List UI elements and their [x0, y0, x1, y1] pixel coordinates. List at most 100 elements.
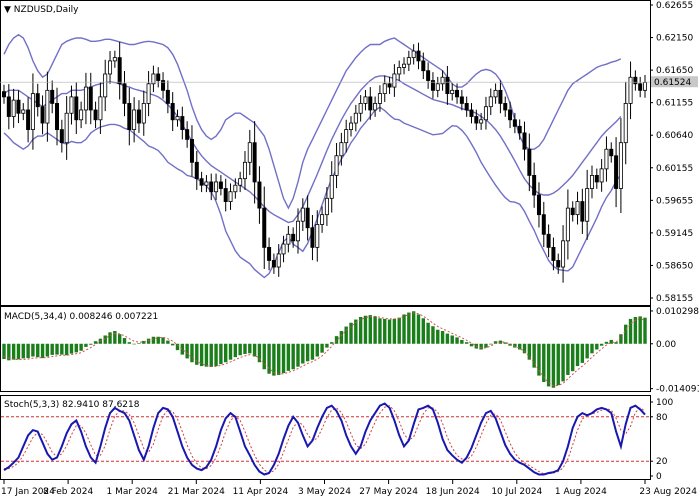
macd-bar [209, 343, 213, 368]
candle [522, 121, 527, 161]
candle-body [561, 240, 566, 268]
macd-bar [161, 337, 165, 344]
candle-body [276, 253, 281, 268]
macd-bar [296, 343, 300, 367]
candle-body [387, 83, 392, 88]
macd-bar [281, 343, 286, 374]
stoch-axis: 100 80 20 0 [650, 398, 673, 482]
macd-bar [11, 343, 16, 360]
candle [426, 62, 431, 89]
candle [199, 171, 204, 193]
macd-bar [310, 343, 315, 360]
candle [21, 103, 26, 121]
macd-bar [267, 343, 271, 374]
macd-bar [411, 311, 416, 344]
dropdown-triangle-icon[interactable]: ▼ [4, 5, 14, 15]
candle [64, 96, 69, 160]
date-tick-label: 1 Mar 2024 [107, 487, 159, 497]
candle [247, 129, 252, 176]
macd-bar [286, 343, 291, 371]
macd-bar [489, 343, 493, 345]
macd-bar [546, 343, 551, 387]
candle-body [83, 86, 88, 111]
candle [450, 83, 455, 101]
candle [315, 210, 320, 262]
candle-body [440, 76, 445, 85]
candle [358, 95, 363, 122]
macd-bar [277, 343, 281, 375]
macd-bar [64, 343, 69, 356]
macd-bar [513, 343, 517, 348]
candle-body [358, 103, 363, 114]
candle [445, 65, 450, 105]
candle-body [69, 96, 74, 114]
macd-bar [50, 343, 54, 355]
candle [16, 90, 21, 124]
candle-body [199, 178, 204, 186]
price-tick-label: 0.60155 [656, 164, 693, 174]
macd-bar [542, 343, 546, 382]
macd-bar [383, 318, 387, 344]
candle-body [136, 109, 141, 124]
candle-body [353, 112, 358, 124]
candle [218, 175, 223, 196]
macd-bar [214, 343, 218, 367]
candle-body [416, 50, 421, 62]
candle [387, 76, 392, 94]
candle [320, 206, 325, 233]
chart-symbol-label[interactable]: ▼ NZDUSD,Daily [4, 5, 79, 15]
candle [349, 116, 354, 137]
candle-body [397, 67, 402, 75]
candle [286, 225, 291, 253]
candle-body [170, 103, 175, 121]
candle-body [585, 188, 590, 222]
candle-body [185, 129, 190, 140]
candle [353, 104, 358, 132]
macd-bar [431, 326, 435, 344]
candle [11, 88, 16, 128]
macd-bar [590, 343, 594, 354]
candle-body [146, 83, 151, 104]
candle-body [175, 116, 180, 121]
macd-bar [556, 343, 560, 386]
candle-body [156, 73, 161, 81]
candle [483, 96, 488, 130]
macd-bar [599, 343, 604, 346]
price-tick-label: 0.59655 [656, 196, 693, 206]
candle-body [214, 181, 219, 193]
stoch-main-path [3, 402, 646, 476]
candle-body [271, 260, 276, 268]
candle [2, 84, 7, 104]
candle [136, 100, 141, 133]
macd-bar [551, 343, 556, 388]
candle [397, 60, 402, 81]
macd-bar [561, 343, 565, 382]
candle [580, 188, 585, 234]
macd-bar [84, 343, 88, 347]
candle [141, 90, 146, 136]
candle-body [344, 129, 349, 144]
candle [93, 101, 98, 129]
candle-body [618, 142, 623, 189]
candle [223, 178, 228, 212]
candle [493, 83, 498, 104]
candle-body [247, 142, 252, 163]
candle [59, 119, 64, 153]
candle-body [643, 82, 648, 91]
candle [257, 166, 262, 224]
macd-bar [117, 334, 122, 344]
candle [435, 76, 440, 98]
trading-chart-window: 0.62655 0.62150 0.61650 0.61155 0.60640 0.601… [0, 0, 699, 500]
macd-bar [69, 343, 74, 354]
stoch-indicator-label: Stoch(5,3,3) 82.9410 87.6218 [4, 400, 140, 410]
price-tick-label: 0.62655 [656, 1, 693, 11]
stoch-tick-label: 100 [656, 398, 673, 408]
macd-bar [166, 340, 170, 344]
stoch-signal-path [4, 405, 646, 475]
macd-bar [195, 343, 199, 365]
candle-body [392, 73, 397, 88]
candle-body [64, 112, 69, 144]
candle [35, 83, 40, 117]
band-upper [3, 33, 622, 210]
candle-body [209, 181, 214, 193]
